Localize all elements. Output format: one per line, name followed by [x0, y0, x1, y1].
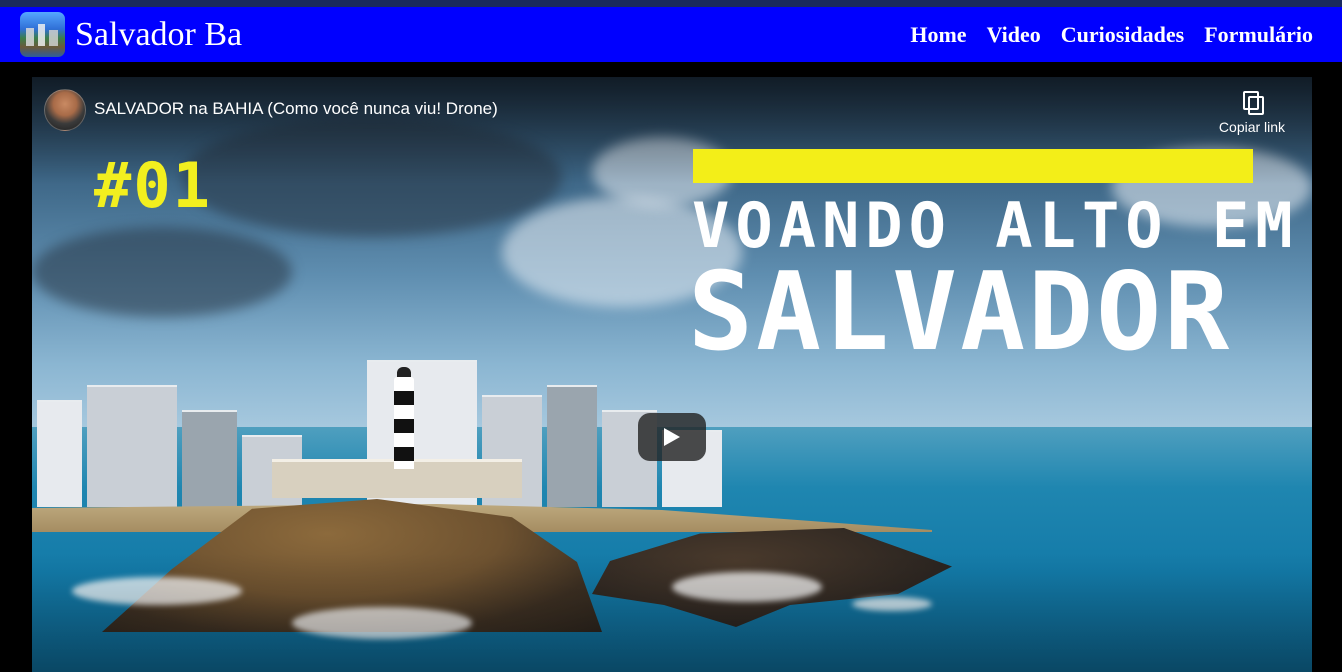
brand-title[interactable]: Salvador Ba [75, 14, 242, 56]
thumbnail-headline-line1: VOANDO ALTO EM [692, 189, 1299, 262]
nav-link-home[interactable]: Home [910, 22, 966, 48]
navbar: Salvador Ba Home Video Curiosidades Form… [0, 7, 1342, 62]
video-player[interactable]: SALVADOR na BAHIA (Como você nunca viu! … [32, 77, 1312, 672]
copy-link-button[interactable]: Copiar link [1206, 91, 1298, 135]
nav-link-curiosidades[interactable]: Curiosidades [1061, 22, 1184, 48]
thumbnail-episode-number: #01 [94, 149, 212, 222]
thumbnail-accent-bar [693, 149, 1253, 183]
play-button[interactable] [638, 413, 706, 461]
site-logo[interactable] [20, 12, 65, 57]
copy-link-label: Copiar link [1218, 119, 1286, 135]
video-title[interactable]: SALVADOR na BAHIA (Como você nunca viu! … [94, 97, 498, 121]
nav-link-formulario[interactable]: Formulário [1204, 22, 1313, 48]
nav-link-video[interactable]: Video [987, 22, 1041, 48]
thumbnail-headline-line2: SALVADOR [688, 250, 1233, 375]
top-strip [0, 0, 1342, 7]
channel-avatar[interactable] [44, 89, 86, 131]
copy-icon [1241, 91, 1264, 115]
main-nav: Home Video Curiosidades Formulário [910, 7, 1313, 62]
play-icon [664, 428, 680, 446]
